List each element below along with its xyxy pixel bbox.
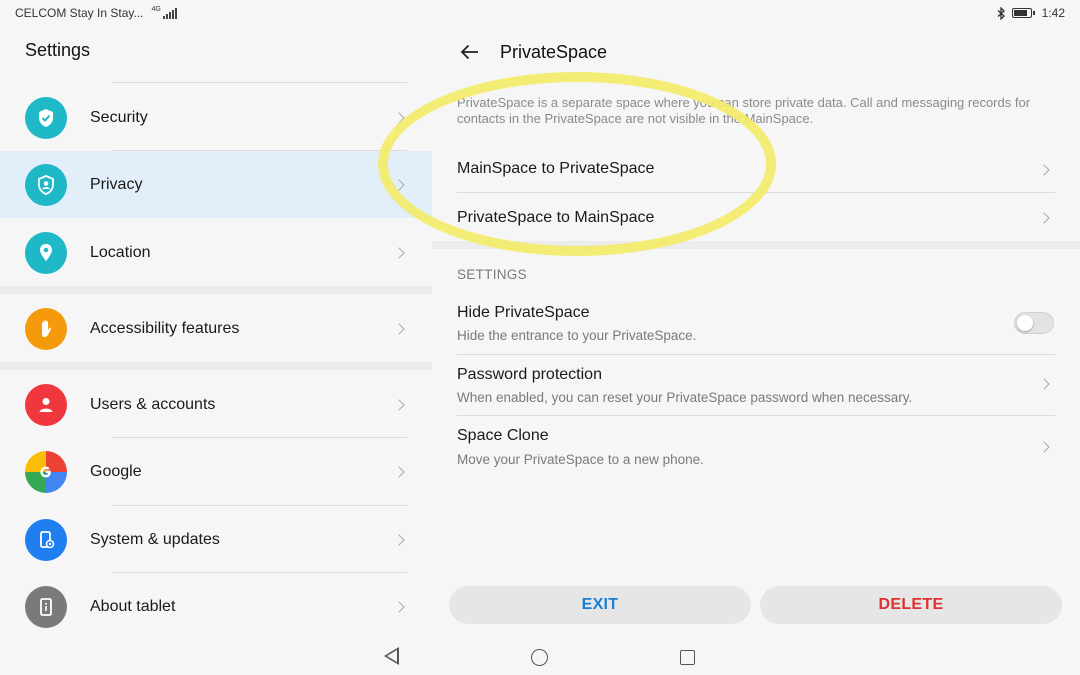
chevron-right-icon [1038,164,1050,176]
hide-privatespace-toggle[interactable] [1014,312,1054,334]
chevron-right-icon [393,398,405,411]
row-subtitle: When enabled, you can reset your Private… [457,390,913,405]
navigation-bar [0,630,1080,675]
chevron-right-icon [393,465,405,478]
row-title: Hide PrivateSpace [457,304,590,321]
privatespace-pane: PrivateSpace PrivateSpace is a separate … [432,26,1080,630]
back-arrow-icon[interactable] [458,40,482,64]
sidebar-item-privacy[interactable]: Privacy [0,151,432,218]
hide-privatespace-row[interactable]: Hide PrivateSpace Hide the entrance to y… [432,293,1080,353]
clock: 1:42 [1041,6,1065,20]
sidebar-item-accessibility[interactable]: Accessibility features [0,295,432,362]
row-subtitle: Hide the entrance to your PrivateSpace. [457,328,697,343]
carrier-name: CELCOM Stay In Stay... [15,6,144,20]
battery-icon [1011,8,1035,18]
section-gap [0,362,432,370]
chevron-right-icon [1038,212,1050,224]
nav-recent-apps-icon[interactable] [680,650,695,665]
location-pin-icon [25,231,67,274]
space-clone-row[interactable]: Space Clone Move your PrivateSpace to a … [432,416,1080,476]
chevron-right-icon [393,178,405,191]
settings-list-pane: Settings Security Privacy Location Acces… [0,26,432,630]
chevron-right-icon [393,533,405,546]
row-title: MainSpace to PrivateSpace [457,160,655,177]
row-title: PrivateSpace to MainSpace [457,209,655,226]
sidebar-item-label: Security [90,108,148,126]
status-bar: CELCOM Stay In Stay... 4G 1:42 [0,0,1080,26]
shield-check-icon [25,96,67,139]
chevron-right-icon [393,111,405,124]
chevron-right-icon [393,322,405,335]
privatespace-description: PrivateSpace is a separate space where y… [457,95,1031,126]
sidebar-item-label: Users & accounts [90,395,216,413]
sidebar-item-label: System & updates [90,530,220,548]
user-icon [25,383,67,426]
chevron-right-icon [1038,378,1050,390]
sidebar-item-security[interactable]: Security [0,84,432,151]
mainspace-to-privatespace-row[interactable]: MainSpace to PrivateSpace [432,144,1080,192]
tablet-info-icon [25,585,67,628]
divider [112,82,407,83]
section-gap [432,241,1080,249]
toggle-knob [1017,315,1033,331]
settings-section-header: SETTINGS [457,267,527,282]
sidebar-item-users-accounts[interactable]: Users & accounts [0,371,432,438]
page-title: Settings [25,40,91,60]
hand-icon [25,307,67,350]
network-type: 4G [151,5,161,13]
chevron-right-icon [1038,441,1050,453]
signal-icon [162,7,177,19]
sidebar-item-system-updates[interactable]: System & updates [0,506,432,573]
sidebar-item-label: Google [90,462,142,480]
row-subtitle: Move your PrivateSpace to a new phone. [457,452,704,467]
phone-gear-icon [25,518,67,561]
chevron-right-icon [393,246,405,259]
google-icon [25,450,67,493]
row-title: Password protection [457,366,602,383]
chevron-right-icon [393,600,405,613]
exit-button[interactable]: EXIT [449,586,751,624]
sidebar-item-label: Location [90,243,151,261]
sidebar-item-label: About tablet [90,597,176,615]
sidebar-item-label: Privacy [90,175,143,193]
sidebar-item-google[interactable]: Google [0,438,432,505]
sidebar-item-location[interactable]: Location [0,219,432,286]
row-title: Space Clone [457,427,549,444]
privacy-shield-icon [25,163,67,206]
bluetooth-icon [997,6,1005,20]
nav-back-icon[interactable] [384,647,399,665]
password-protection-row[interactable]: Password protection When enabled, you ca… [432,355,1080,415]
section-gap [0,286,432,294]
page-title: PrivateSpace [500,42,608,62]
delete-button[interactable]: DELETE [760,586,1062,624]
sidebar-item-label: Accessibility features [90,319,240,337]
privatespace-to-mainspace-row[interactable]: PrivateSpace to MainSpace [432,193,1080,241]
nav-home-icon[interactable] [531,649,548,666]
